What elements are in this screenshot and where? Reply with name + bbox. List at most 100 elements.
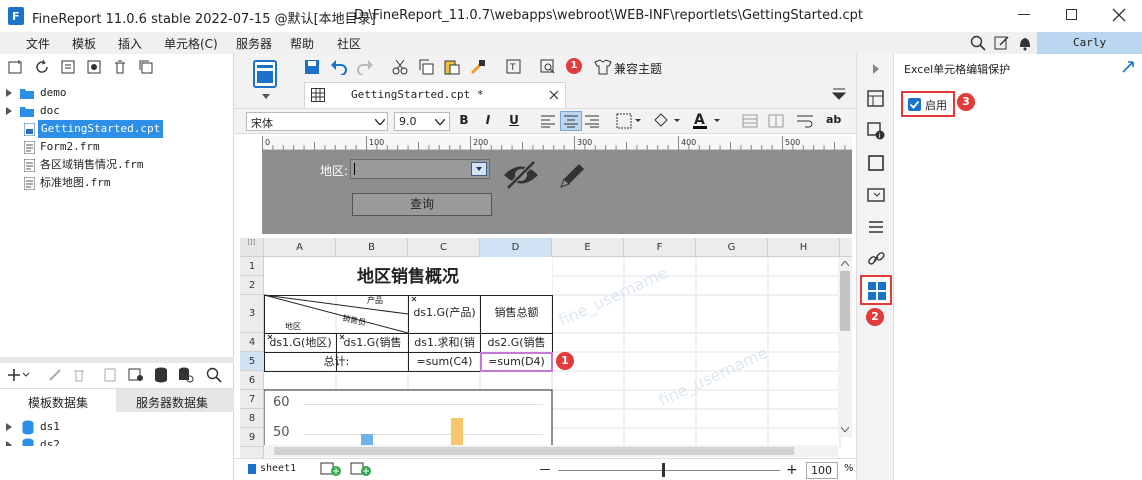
cell-attribute-icon[interactable]: i [867, 122, 885, 140]
sheet-tab[interactable]: sheet1 [248, 462, 308, 478]
row-header-5[interactable]: 5 [240, 352, 264, 371]
expand-arrow-icon[interactable] [6, 441, 12, 446]
row-header-4[interactable]: 4 [240, 333, 264, 352]
dataset-item-ds1[interactable]: ds1 [0, 418, 220, 436]
col-header-a[interactable]: A [264, 238, 336, 257]
dropdown-arrow-icon[interactable] [471, 162, 487, 176]
col-header-g[interactable]: G [696, 238, 768, 257]
menu-file[interactable]: 文件 [26, 35, 50, 52]
copy-icon[interactable] [138, 59, 156, 77]
align-right-icon[interactable] [584, 114, 600, 128]
collapse-arrow-icon[interactable] [873, 64, 879, 74]
template-type-icon[interactable] [252, 59, 278, 91]
col-header-c[interactable]: C [408, 238, 480, 257]
delete-dataset-icon[interactable] [72, 368, 90, 386]
query-button[interactable]: 查询 [352, 193, 492, 216]
row-header-1[interactable]: 1 [240, 257, 264, 276]
cut-icon[interactable] [392, 59, 410, 77]
select-all-corner[interactable]: ⁞⁞⁞ [240, 238, 264, 257]
add-dashboard-sheet-icon[interactable] [350, 462, 372, 476]
row-header-3[interactable]: 3 [240, 295, 264, 333]
vertical-scrollbar[interactable] [838, 257, 852, 437]
cell-d5-selected[interactable]: =sum(D4) [481, 353, 552, 371]
cell-c3[interactable]: ds1.G(产品) [409, 304, 480, 322]
dataset-item-ds2[interactable]: ds2 [0, 436, 220, 446]
expand-arrow-icon[interactable] [6, 423, 12, 431]
notification-bell-icon[interactable] [1018, 35, 1032, 51]
theme-icon[interactable] [594, 59, 612, 77]
menu-insert[interactable]: 插入 [118, 35, 142, 52]
redo-icon[interactable] [356, 59, 374, 77]
tree-item-standard-map[interactable]: 标准地图.frm [0, 174, 234, 192]
format-painter-icon[interactable] [470, 59, 488, 77]
col-header-f[interactable]: F [624, 238, 696, 257]
zoom-in-button[interactable]: + [786, 462, 798, 478]
scroll-thumb[interactable] [840, 271, 850, 331]
row-header-9[interactable]: 9 [240, 428, 264, 447]
col-header-h[interactable]: H [768, 238, 840, 257]
edit-pencil-icon[interactable] [558, 160, 588, 190]
dataset-settings-icon[interactable] [128, 368, 146, 386]
edit-icon[interactable] [994, 35, 1010, 51]
hyperlink-icon[interactable] [867, 250, 885, 268]
zoom-out-button[interactable] [540, 469, 550, 470]
search-dataset-icon[interactable] [206, 367, 224, 385]
wrap-text-icon[interactable] [796, 114, 814, 128]
embedded-chart[interactable]: 60 50 [265, 391, 551, 448]
add-report-sheet-icon[interactable] [320, 462, 342, 476]
align-left-icon[interactable] [540, 114, 556, 128]
horizontal-scrollbar[interactable] [264, 445, 838, 457]
text-direction-icon[interactable]: ab [826, 113, 841, 126]
style-icon[interactable] [867, 154, 885, 172]
fill-color-icon[interactable] [652, 112, 680, 130]
copy-icon[interactable] [418, 59, 436, 77]
merge-cells-icon[interactable] [742, 114, 758, 128]
locate-icon[interactable] [60, 59, 78, 77]
new-folder-icon[interactable] [8, 59, 26, 77]
database-link-icon[interactable] [178, 367, 196, 385]
undo-icon[interactable] [330, 59, 348, 77]
panel-divider[interactable] [0, 357, 234, 363]
menu-help[interactable]: 帮助 [290, 35, 314, 52]
tree-item-form2[interactable]: Form2.frm [0, 138, 234, 156]
align-center-icon[interactable] [560, 111, 582, 131]
panel-pin-icon[interactable] [1122, 61, 1134, 73]
cell-d3[interactable]: 销售总额 [481, 304, 552, 322]
tab-template-dataset[interactable]: 模板数据集 [0, 388, 116, 412]
font-color-icon[interactable]: A [692, 111, 722, 131]
cell-a4[interactable]: ds1.G(地区) [265, 334, 336, 352]
database-icon[interactable] [154, 367, 172, 385]
font-family-select[interactable]: 宋体 [246, 112, 388, 131]
bold-button[interactable]: B [456, 113, 472, 129]
zoom-slider-track[interactable] [558, 470, 780, 471]
scroll-thumb[interactable] [274, 447, 794, 455]
menu-community[interactable]: 社区 [337, 35, 361, 52]
minimize-button[interactable] [1018, 14, 1030, 15]
col-header-e[interactable]: E [552, 238, 624, 257]
enable-checkbox[interactable] [908, 98, 921, 111]
col-header-d[interactable]: D [480, 238, 552, 257]
condition-attribute-icon[interactable] [867, 218, 885, 236]
cell-c4[interactable]: ds1.求和(销 [409, 334, 480, 352]
settings-gear-icon[interactable] [86, 59, 104, 77]
menu-server[interactable]: 服务器 [236, 35, 272, 52]
expand-arrow-icon[interactable] [6, 107, 12, 115]
preview-dataset-icon[interactable] [104, 368, 122, 386]
scroll-up-icon[interactable] [841, 261, 849, 266]
expand-arrow-icon[interactable] [6, 89, 12, 97]
font-size-select[interactable]: 9.0 [394, 112, 450, 131]
cell-title[interactable]: 地区销售概况 [264, 263, 552, 291]
scroll-down-icon[interactable] [841, 427, 849, 432]
underline-button[interactable]: U [506, 113, 522, 129]
italic-button[interactable]: I [480, 113, 496, 129]
row-header-7[interactable]: 7 [240, 390, 264, 409]
cell-c5[interactable]: =sum(C4) [409, 353, 480, 371]
paste-icon[interactable] [444, 59, 462, 77]
search-icon[interactable] [970, 35, 986, 51]
theme-label[interactable]: 兼容主题 [614, 60, 662, 77]
hide-eye-icon[interactable] [502, 160, 540, 190]
tree-item-doc[interactable]: doc [0, 102, 234, 120]
row-header-2[interactable]: 2 [240, 276, 264, 295]
tree-item-gettingstarted[interactable]: GettingStarted.cpt [0, 120, 234, 138]
template-params-icon[interactable]: T [506, 59, 524, 77]
